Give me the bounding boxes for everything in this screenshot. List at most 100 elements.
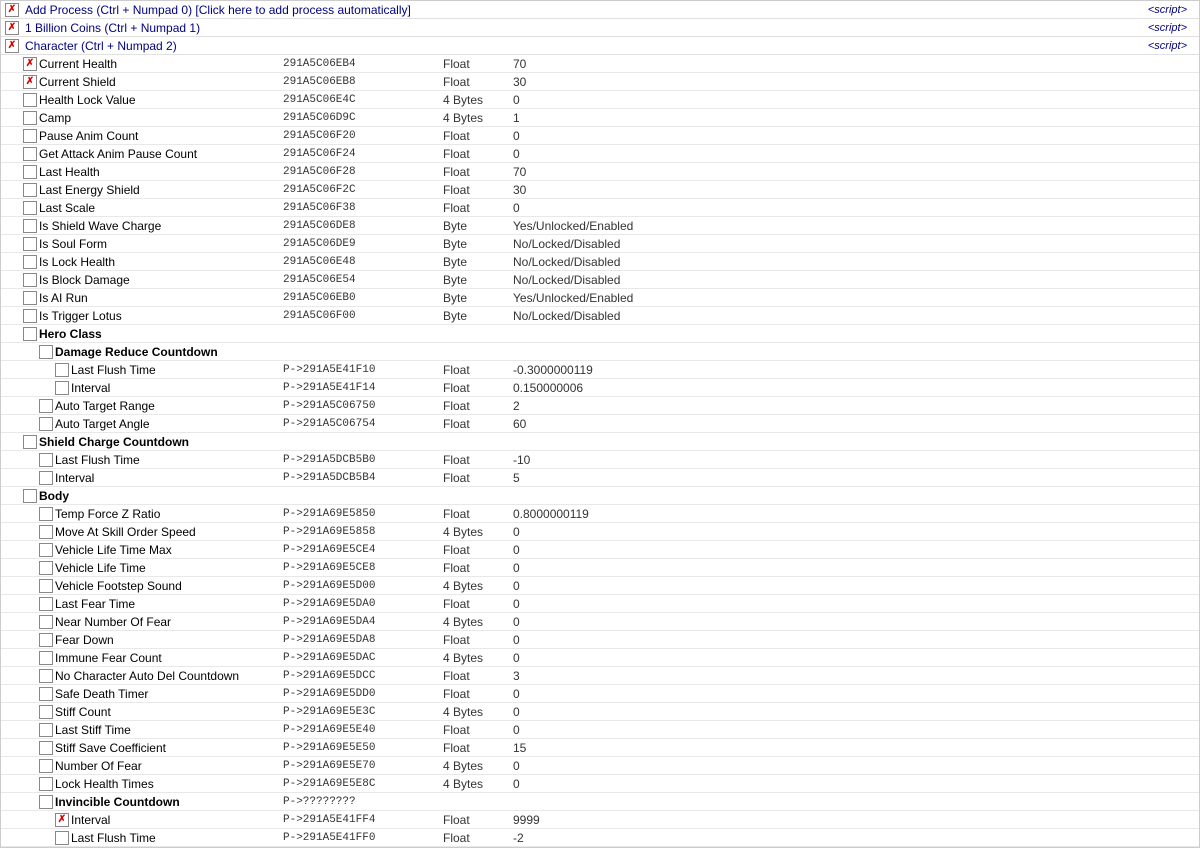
table-row[interactable]: Shield Charge Countdown (1, 433, 1199, 451)
row-checkbox[interactable] (39, 705, 53, 719)
table-row[interactable]: Last Flush TimeP->291A5E41F10Float-0.300… (1, 361, 1199, 379)
row-checkbox[interactable] (23, 165, 37, 179)
top-entry-billion-coins[interactable]: ✗ 1 Billion Coins (Ctrl + Numpad 1) <scr… (1, 19, 1199, 37)
table-row[interactable]: ✗IntervalP->291A5E41FF4Float9999 (1, 811, 1199, 829)
table-row[interactable]: IntervalP->291A5DCB5B4Float5 (1, 469, 1199, 487)
row-checkbox[interactable] (39, 759, 53, 773)
table-row[interactable]: Is Lock Health291A5C06E48ByteNo/Locked/D… (1, 253, 1199, 271)
row-checkbox[interactable] (39, 795, 53, 809)
table-row[interactable]: Last Fear TimeP->291A69E5DA0Float0 (1, 595, 1199, 613)
table-row[interactable]: Get Attack Anim Pause Count291A5C06F24Fl… (1, 145, 1199, 163)
table-row[interactable]: Health Lock Value291A5C06E4C4 Bytes0 (1, 91, 1199, 109)
row-checkbox[interactable]: ✗ (23, 57, 37, 71)
row-checkbox[interactable] (39, 507, 53, 521)
table-row[interactable]: Auto Target RangeP->291A5C06750Float2 (1, 397, 1199, 415)
table-row[interactable]: IntervalP->291A5E41F14Float0.150000006 (1, 379, 1199, 397)
table-row[interactable]: Is Block Damage291A5C06E54ByteNo/Locked/… (1, 271, 1199, 289)
row-checkbox[interactable] (55, 381, 69, 395)
table-row[interactable]: ✗Current Shield291A5C06EB8Float30 (1, 73, 1199, 91)
table-row[interactable]: Vehicle Life Time MaxP->291A69E5CE4Float… (1, 541, 1199, 559)
table-row[interactable]: Immune Fear CountP->291A69E5DAC4 Bytes0 (1, 649, 1199, 667)
table-row[interactable]: Is Shield Wave Charge291A5C06DE8ByteYes/… (1, 217, 1199, 235)
table-row[interactable]: Safe Death TimerP->291A69E5DD0Float0 (1, 685, 1199, 703)
table-row[interactable]: Is AI Run291A5C06EB0ByteYes/Unlocked/Ena… (1, 289, 1199, 307)
table-row[interactable]: Move At Skill Order SpeedP->291A69E58584… (1, 523, 1199, 541)
table-row[interactable]: Fear DownP->291A69E5DA8Float0 (1, 631, 1199, 649)
row-checkbox[interactable]: ✗ (23, 75, 37, 89)
row-checkbox[interactable] (23, 255, 37, 269)
row-checkbox[interactable] (23, 273, 37, 287)
row-name: Number Of Fear (55, 759, 283, 773)
top-entry-add-process[interactable]: ✗ Add Process (Ctrl + Numpad 0) [Click h… (1, 1, 1199, 19)
row-checkbox[interactable] (39, 651, 53, 665)
row-checkbox[interactable] (39, 543, 53, 557)
row-checkbox[interactable] (39, 525, 53, 539)
table-row[interactable]: Last Flush TimeP->291A5DCB5B0Float-10 (1, 451, 1199, 469)
row-checkbox[interactable] (39, 777, 53, 791)
table-row[interactable]: Hero Class (1, 325, 1199, 343)
row-checkbox[interactable] (23, 129, 37, 143)
table-row[interactable]: ✗Current Health291A5C06EB4Float70 (1, 55, 1199, 73)
row-checkbox[interactable] (23, 183, 37, 197)
table-row[interactable]: Camp291A5C06D9C4 Bytes1 (1, 109, 1199, 127)
checkbox-billion-coins[interactable]: ✗ (5, 21, 19, 35)
row-checkbox[interactable] (23, 435, 37, 449)
row-checkbox[interactable] (23, 309, 37, 323)
row-address: P->291A69E5850 (283, 508, 443, 520)
row-checkbox[interactable] (55, 363, 69, 377)
table-row[interactable]: Lock Health TimesP->291A69E5E8C4 Bytes0 (1, 775, 1199, 793)
table-row[interactable]: No Character Auto Del CountdownP->291A69… (1, 667, 1199, 685)
row-checkbox[interactable] (39, 345, 53, 359)
table-row[interactable]: Number Of FearP->291A69E5E704 Bytes0 (1, 757, 1199, 775)
row-name: Vehicle Footstep Sound (55, 579, 283, 593)
row-checkbox[interactable] (23, 147, 37, 161)
table-row[interactable]: Pause Anim Count291A5C06F20Float0 (1, 127, 1199, 145)
row-checkbox[interactable] (55, 831, 69, 845)
row-checkbox[interactable] (23, 489, 37, 503)
row-checkbox[interactable] (23, 111, 37, 125)
row-checkbox[interactable] (39, 687, 53, 701)
table-row[interactable]: Invincible CountdownP->???????? (1, 793, 1199, 811)
row-checkbox[interactable] (39, 561, 53, 575)
row-checkbox[interactable] (39, 597, 53, 611)
row-checkbox[interactable] (39, 633, 53, 647)
row-address: P->291A69E5DD0 (283, 688, 443, 700)
row-checkbox[interactable]: ✗ (55, 813, 69, 827)
table-row[interactable]: Temp Force Z RatioP->291A69E5850Float0.8… (1, 505, 1199, 523)
row-checkbox[interactable] (39, 669, 53, 683)
table-row[interactable]: Last Health291A5C06F28Float70 (1, 163, 1199, 181)
row-checkbox[interactable] (39, 741, 53, 755)
table-row[interactable]: Last Scale291A5C06F38Float0 (1, 199, 1199, 217)
table-row[interactable]: Is Trigger Lotus291A5C06F00ByteNo/Locked… (1, 307, 1199, 325)
table-row[interactable]: Last Stiff TimeP->291A69E5E40Float0 (1, 721, 1199, 739)
row-checkbox[interactable] (23, 237, 37, 251)
table-row[interactable]: Stiff Save CoefficientP->291A69E5E50Floa… (1, 739, 1199, 757)
table-row[interactable]: Last Flush TimeP->291A5E41FF0Float-2 (1, 829, 1199, 847)
table-row[interactable]: Damage Reduce Countdown (1, 343, 1199, 361)
row-checkbox[interactable] (23, 291, 37, 305)
row-checkbox[interactable] (39, 615, 53, 629)
table-row[interactable]: Vehicle Footstep SoundP->291A69E5D004 By… (1, 577, 1199, 595)
row-checkbox[interactable] (23, 93, 37, 107)
row-checkbox[interactable] (23, 219, 37, 233)
row-address: P->291A69E5DA4 (283, 616, 443, 628)
row-checkbox[interactable] (39, 453, 53, 467)
row-checkbox[interactable] (39, 417, 53, 431)
checkbox-character[interactable]: ✗ (5, 39, 19, 53)
table-row[interactable]: Is Soul Form291A5C06DE9ByteNo/Locked/Dis… (1, 235, 1199, 253)
checkbox-add-process[interactable]: ✗ (5, 3, 19, 17)
table-row[interactable]: Auto Target AngleP->291A5C06754Float60 (1, 415, 1199, 433)
row-checkbox[interactable] (39, 471, 53, 485)
top-entry-character[interactable]: ✗ Character (Ctrl + Numpad 2) <script> (1, 37, 1199, 55)
table-row[interactable]: Stiff CountP->291A69E5E3C4 Bytes0 (1, 703, 1199, 721)
row-checkbox[interactable] (23, 201, 37, 215)
row-checkbox[interactable] (39, 723, 53, 737)
row-checkbox[interactable] (39, 399, 53, 413)
table-row[interactable]: Near Number Of FearP->291A69E5DA44 Bytes… (1, 613, 1199, 631)
row-checkbox[interactable] (39, 579, 53, 593)
table-row[interactable]: Body (1, 487, 1199, 505)
row-type: Float (443, 201, 513, 215)
row-checkbox[interactable] (23, 327, 37, 341)
table-row[interactable]: Vehicle Life TimeP->291A69E5CE8Float0 (1, 559, 1199, 577)
table-row[interactable]: Last Energy Shield291A5C06F2CFloat30 (1, 181, 1199, 199)
